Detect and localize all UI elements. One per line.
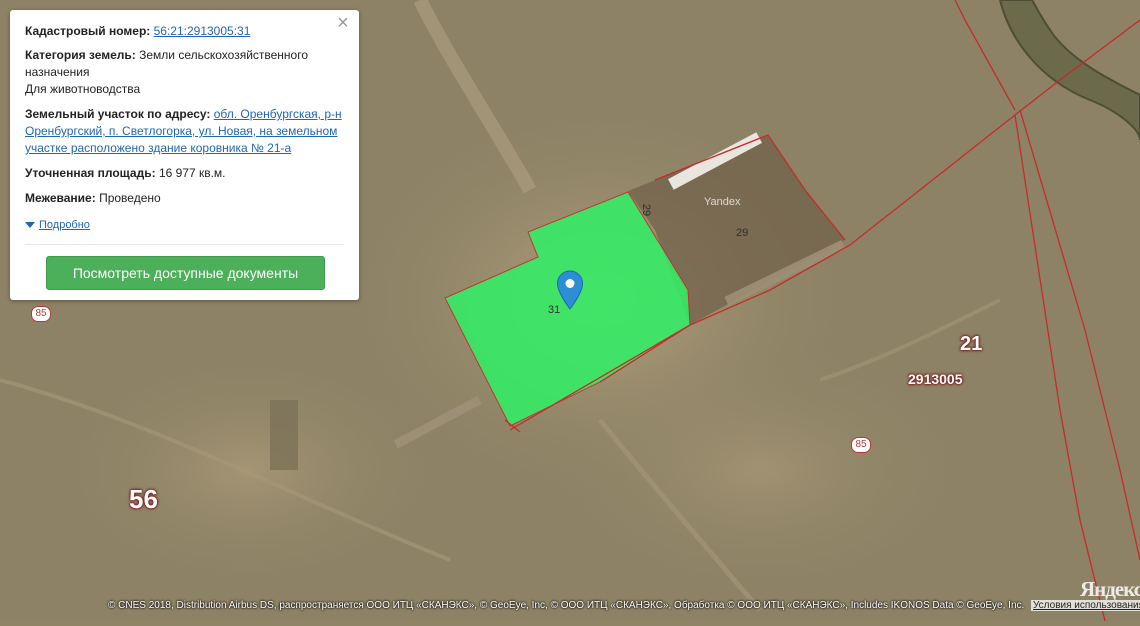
cadastral-row: Кадастровый номер: 56:21:2913005:31 (25, 23, 347, 40)
region-label: 56 (129, 484, 158, 514)
area-value: 16 977 кв.м. (158, 166, 226, 180)
address-row: Земельный участок по адресу: обл. Оренбу… (25, 106, 347, 157)
view-documents-button[interactable]: Посмотреть доступные документы (46, 256, 325, 290)
cadastral-number-link[interactable]: 56:21:2913005:31 (154, 24, 251, 38)
area-row: Уточненная площадь: 16 977 кв.м. (25, 165, 347, 182)
survey-value: Проведено (99, 191, 161, 205)
more-details-link[interactable]: Подробно (25, 216, 347, 234)
district-label: 21 (960, 333, 983, 355)
map-attribution: © CNES 2018, Distribution Airbus DS, рас… (108, 600, 1025, 611)
neighbor-plot-number-vertical: 29 (640, 203, 653, 217)
category-row: Категория земель: Земли сельскохозяйстве… (25, 47, 347, 98)
map-pin-icon[interactable] (556, 270, 584, 310)
more-details-label[interactable]: Подробно (39, 219, 90, 231)
area-label: Уточненная площадь: (25, 166, 156, 180)
road-badge: 85 (31, 306, 51, 322)
category-label: Категория земель: (25, 48, 136, 62)
cadastral-label: Кадастровый номер: (25, 24, 151, 38)
quarter-label: 2913005 (908, 371, 963, 387)
yandex-logo: Яндекс (1080, 577, 1140, 601)
survey-label: Межевание: (25, 191, 96, 205)
category-use: Для животноводства (25, 82, 141, 96)
neighbor-plot-number: 29 (736, 227, 749, 239)
divider (25, 244, 344, 245)
address-label: Земельный участок по адресу: (25, 107, 211, 121)
chevron-down-icon (25, 221, 35, 228)
imagery-watermark: Yandex (704, 196, 741, 208)
survey-row: Межевание: Проведено (25, 190, 347, 207)
road-badge: 85 (851, 437, 871, 453)
parcel-info-card: × Кадастровый номер: 56:21:2913005:31 Ка… (10, 10, 359, 300)
terms-of-use-link[interactable]: Условия использования (1031, 600, 1140, 611)
